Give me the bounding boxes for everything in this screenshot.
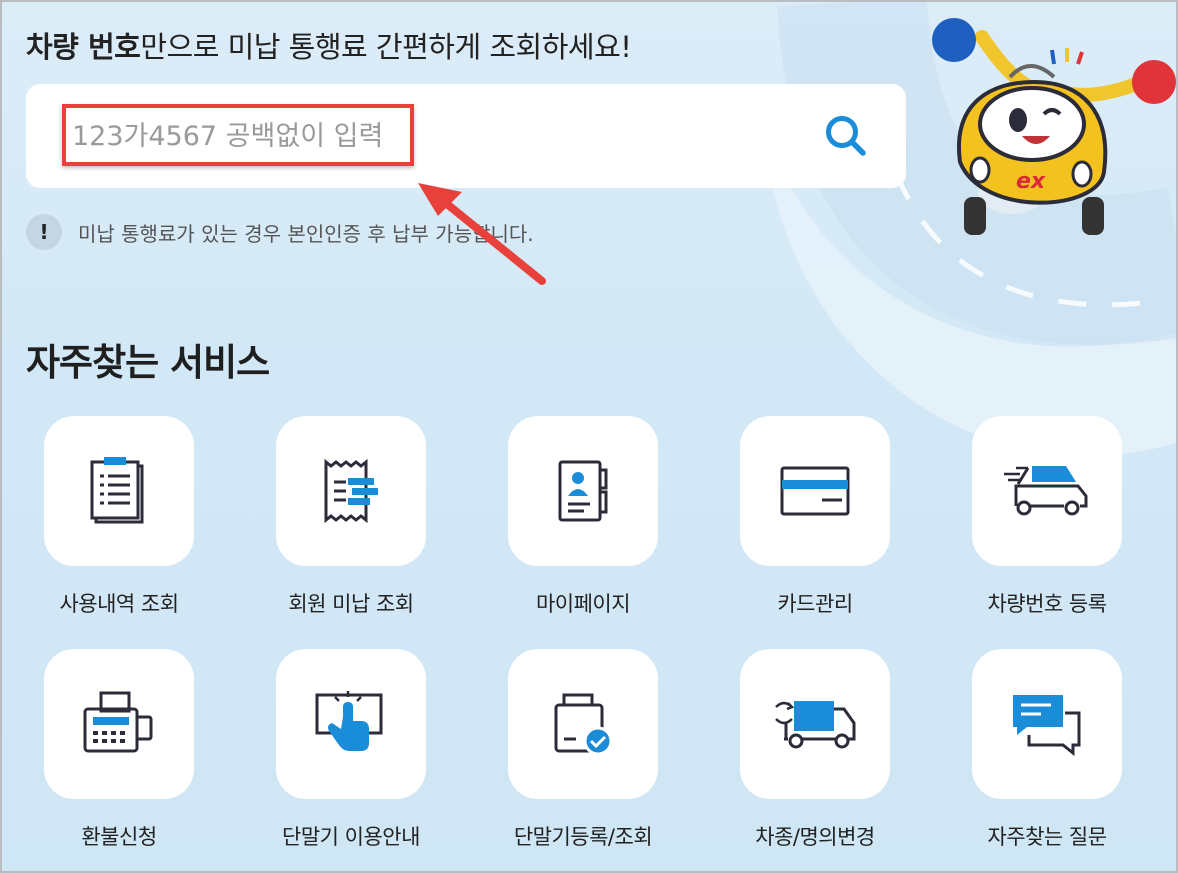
service-tile[interactable]	[276, 649, 426, 799]
service-label: 회원 미납 조회	[288, 592, 414, 616]
service-label: 차량번호 등록	[987, 592, 1107, 616]
service-item-mypage[interactable]: 마이페이지	[491, 416, 691, 626]
service-label: 단말기 이용안내	[282, 825, 420, 849]
service-tile[interactable]	[740, 649, 890, 799]
service-label: 마이페이지	[535, 592, 631, 616]
service-tile[interactable]	[972, 416, 1122, 566]
service-tile[interactable]	[44, 416, 194, 566]
truck-change-icon	[775, 701, 856, 749]
service-tile[interactable]	[276, 416, 426, 566]
mascot-car-illustration: ex	[932, 18, 1176, 235]
clipboard-list-icon	[90, 457, 144, 524]
service-item-usage-history[interactable]: 사용내역 조회	[27, 416, 227, 626]
service-item-terminal-registration[interactable]: 단말기등록/조회	[491, 649, 691, 859]
service-label: 사용내역 조회	[59, 592, 179, 616]
touch-screen-icon	[315, 691, 383, 751]
car-icon	[1004, 466, 1088, 516]
service-tile[interactable]	[972, 649, 1122, 799]
page-headline: 차량 번호만으로 미납 통행료 간편하게 조회하세요!	[26, 24, 632, 66]
service-item-terminal-guide[interactable]: 단말기 이용안내	[259, 649, 459, 859]
service-item-member-unpaid[interactable]: 회원 미납 조회	[259, 416, 459, 626]
headline-bold: 차량 번호	[26, 30, 141, 64]
chat-bubbles-icon	[1013, 695, 1081, 757]
page-frame: 차량 번호만으로 미납 통행료 간편하게 조회하세요! ! 미납 통행료가 있는…	[0, 0, 1178, 873]
service-label: 자주찾는 질문	[987, 825, 1107, 849]
section-title: 자주찾는 서비스	[26, 341, 270, 384]
search-button[interactable]	[820, 110, 872, 162]
service-item-card-management[interactable]: 카드관리	[723, 416, 923, 626]
service-tile[interactable]	[508, 649, 658, 799]
notice: ! 미납 통행료가 있는 경우 본인인증 후 납부 가능합니다.	[26, 214, 534, 250]
credit-card-icon	[780, 466, 850, 516]
fax-machine-icon	[83, 691, 153, 753]
device-check-icon	[554, 693, 613, 756]
svg-text:ex: ex	[1016, 169, 1046, 194]
service-label: 차종/명의변경	[755, 825, 875, 849]
service-label: 환불신청	[81, 825, 157, 849]
service-item-vehicle-registration[interactable]: 차량번호 등록	[955, 416, 1155, 626]
profile-document-icon	[558, 460, 608, 522]
notice-text: 미납 통행료가 있는 경우 본인인증 후 납부 가능합니다.	[78, 221, 534, 246]
service-item-vehicle-owner-change[interactable]: 차종/명의변경	[723, 649, 923, 859]
service-item-refund-request[interactable]: 환불신청	[27, 649, 227, 859]
headline-rest: 만으로 미납 통행료 간편하게 조회하세요!	[140, 30, 632, 64]
search-icon	[826, 116, 866, 156]
receipt-icon	[324, 458, 378, 524]
exclamation-icon: !	[26, 214, 62, 250]
service-label: 단말기등록/조회	[513, 825, 653, 849]
service-tile[interactable]	[508, 416, 658, 566]
service-tile[interactable]	[740, 416, 890, 566]
service-label: 카드관리	[777, 592, 853, 616]
search-box	[26, 84, 906, 188]
service-item-faq[interactable]: 자주찾는 질문	[955, 649, 1155, 859]
vehicle-number-input[interactable]	[70, 106, 770, 166]
service-tile[interactable]	[44, 649, 194, 799]
